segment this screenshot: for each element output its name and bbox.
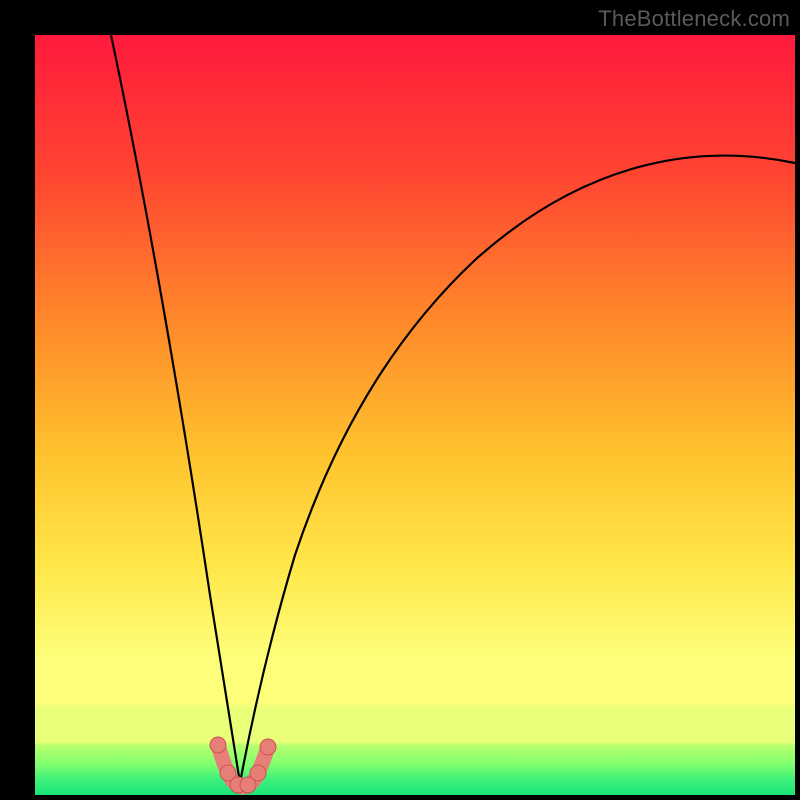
chart-frame: TheBottleneck.com — [0, 0, 800, 800]
background-gradient — [35, 35, 795, 795]
plot-area — [35, 35, 795, 795]
watermark-text: TheBottleneck.com — [598, 6, 790, 32]
